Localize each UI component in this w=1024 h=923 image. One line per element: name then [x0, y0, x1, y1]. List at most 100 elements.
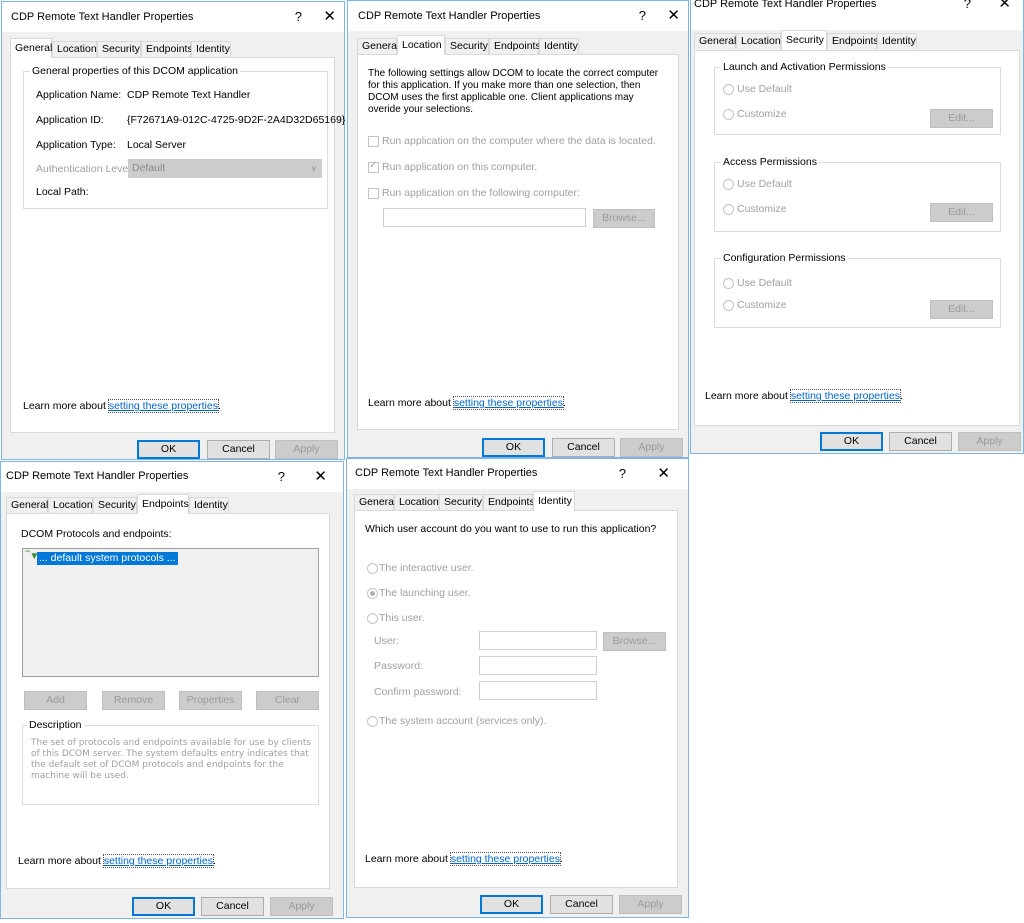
launch-permissions-label: Launch and Activation Permissions: [721, 61, 888, 73]
learn-more-link[interactable]: setting these properties: [449, 852, 561, 866]
apply-button[interactable]: Apply: [619, 895, 682, 914]
title-bar: CDP Remote Text Handler Properties ? ✕: [348, 1, 688, 31]
location-browse-button[interactable]: Browse...: [593, 209, 655, 228]
add-button[interactable]: Add: [24, 691, 87, 710]
location-option-data-label: Run application on the computer where th…: [382, 135, 656, 147]
apply-button[interactable]: Apply: [958, 432, 1021, 451]
close-button[interactable]: ✕: [323, 7, 336, 25]
password-input[interactable]: [479, 656, 597, 675]
cancel-button[interactable]: Cancel: [550, 895, 613, 914]
computer-name-input[interactable]: [383, 208, 586, 227]
ok-button[interactable]: OK: [482, 438, 545, 457]
close-button[interactable]: ✕: [998, 0, 1011, 12]
description-group: Description The set of protocols and end…: [22, 719, 319, 805]
app-type-label: Application Type:: [36, 139, 116, 151]
tab-location[interactable]: Location: [394, 494, 439, 510]
tab-security[interactable]: Security: [781, 30, 827, 50]
clear-button[interactable]: Clear: [256, 691, 319, 710]
cancel-button[interactable]: Cancel: [201, 897, 264, 916]
launching-user-radio[interactable]: [367, 588, 378, 599]
tab-location[interactable]: Location: [48, 497, 93, 513]
cancel-button[interactable]: Cancel: [889, 432, 952, 451]
auth-level-select[interactable]: Default ∨: [128, 159, 322, 178]
launch-customize-label: Customize: [737, 108, 787, 120]
config-use-default-radio[interactable]: [723, 278, 734, 289]
ok-button[interactable]: OK: [820, 432, 883, 451]
close-button[interactable]: ✕: [667, 6, 680, 24]
this-user-radio[interactable]: [367, 613, 378, 624]
tab-identity[interactable]: Identity: [877, 33, 917, 49]
help-button[interactable]: ?: [619, 466, 626, 481]
learn-more-text: Learn more about setting these propertie…: [705, 389, 903, 403]
learn-more-suffix: .: [217, 400, 221, 412]
tab-general[interactable]: General: [6, 497, 48, 513]
learn-more-prefix: Learn more about: [368, 397, 454, 409]
ok-button[interactable]: OK: [132, 897, 195, 916]
tab-general[interactable]: General: [357, 38, 399, 54]
help-button[interactable]: ?: [639, 8, 646, 23]
tab-general[interactable]: General: [10, 38, 52, 58]
tab-page-location: The following settings allow DCOM to loc…: [357, 54, 679, 430]
apply-button[interactable]: Apply: [270, 897, 333, 916]
remove-button[interactable]: Remove: [102, 691, 165, 710]
launch-customize-radio[interactable]: [723, 109, 734, 120]
tab-endpoints[interactable]: Endpoints: [141, 41, 193, 57]
interactive-user-radio[interactable]: [367, 563, 378, 574]
identity-browse-button[interactable]: Browse...: [603, 632, 666, 651]
location-option-this-computer-checkbox[interactable]: [368, 160, 379, 173]
apply-button[interactable]: Apply: [620, 438, 683, 457]
location-option-data-checkbox[interactable]: [368, 136, 379, 147]
access-edit-button[interactable]: Edit...: [930, 203, 993, 222]
local-path-label: Local Path:: [36, 186, 89, 198]
system-account-radio[interactable]: [367, 716, 378, 727]
auth-level-value: Default: [132, 162, 166, 174]
password-label: Password:: [374, 660, 424, 672]
location-option-following-checkbox[interactable]: [368, 188, 379, 199]
help-button[interactable]: ?: [278, 469, 285, 484]
access-customize-radio[interactable]: [723, 204, 734, 215]
config-use-default-label: Use Default: [737, 277, 792, 289]
tab-identity[interactable]: Identity: [539, 38, 579, 54]
confirm-password-input[interactable]: [479, 681, 597, 700]
tab-location[interactable]: Location: [397, 35, 445, 55]
ok-button[interactable]: OK: [137, 440, 200, 459]
close-button[interactable]: ✕: [314, 467, 327, 485]
this-user-label: This user.: [379, 612, 425, 624]
tab-identity[interactable]: Identity: [189, 497, 229, 513]
learn-more-link[interactable]: setting these properties: [452, 396, 564, 410]
tab-identity[interactable]: Identity: [533, 491, 575, 511]
tab-general[interactable]: General: [354, 494, 396, 510]
tab-security[interactable]: Security: [97, 41, 141, 57]
learn-more-text: Learn more about setting these propertie…: [23, 399, 221, 413]
tab-security[interactable]: Security: [439, 494, 483, 510]
protocols-list[interactable]: ‾▼ ... default system protocols ...: [22, 548, 319, 677]
tab-security[interactable]: Security: [93, 497, 137, 513]
config-customize-radio[interactable]: [723, 300, 734, 311]
learn-more-link[interactable]: setting these properties: [107, 399, 219, 413]
cancel-button[interactable]: Cancel: [552, 438, 615, 457]
config-edit-button[interactable]: Edit...: [930, 300, 993, 319]
ok-button[interactable]: OK: [480, 895, 543, 914]
apply-button[interactable]: Apply: [275, 440, 338, 459]
tab-identity[interactable]: Identity: [191, 41, 231, 57]
protocols-list-item[interactable]: ... default system protocols ...: [37, 552, 178, 565]
tab-location[interactable]: Location: [736, 33, 781, 49]
learn-more-link[interactable]: setting these properties: [102, 854, 214, 868]
tab-endpoints[interactable]: Endpoints: [483, 494, 535, 510]
tab-security[interactable]: Security: [445, 38, 489, 54]
properties-button[interactable]: Properties: [179, 691, 242, 710]
close-button[interactable]: ✕: [657, 464, 670, 482]
user-input[interactable]: [479, 631, 597, 650]
tab-general[interactable]: General: [694, 33, 736, 49]
tab-endpoints[interactable]: Endpoints: [137, 494, 189, 514]
help-button[interactable]: ?: [295, 9, 302, 24]
cancel-button[interactable]: Cancel: [207, 440, 270, 459]
learn-more-link[interactable]: setting these properties: [789, 389, 901, 403]
access-use-default-radio[interactable]: [723, 179, 734, 190]
tab-endpoints[interactable]: Endpoints: [489, 38, 541, 54]
launch-use-default-radio[interactable]: [723, 84, 734, 95]
tab-location[interactable]: Location: [52, 41, 97, 57]
help-button[interactable]: ?: [964, 0, 971, 11]
launch-edit-button[interactable]: Edit...: [930, 109, 993, 128]
tab-endpoints[interactable]: Endpoints: [827, 33, 879, 49]
